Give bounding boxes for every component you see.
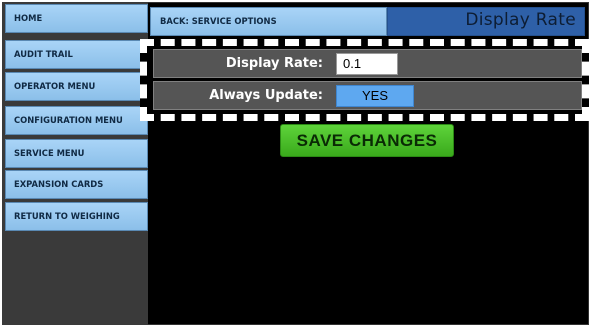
sidebar-item-service-menu[interactable]: SERVICE MENU	[5, 139, 148, 168]
always-update-row: Always Update: YES	[153, 81, 582, 110]
settings-panel: Display Rate: 0.1 Always Update: YES	[140, 39, 589, 121]
always-update-toggle[interactable]: YES	[336, 85, 414, 107]
sidebar-item-expansion-cards[interactable]: EXPANSION CARDS	[5, 170, 148, 199]
display-rate-input[interactable]: 0.1	[336, 53, 398, 75]
title-bar: Display Rate	[387, 7, 585, 36]
sidebar-item-configuration-menu[interactable]: CONFIGURATION MENU	[5, 106, 148, 135]
sidebar-item-audit-trail[interactable]: AUDIT TRAIL	[5, 40, 148, 69]
device-screen: HOME AUDIT TRAIL OPERATOR MENU CONFIGURA…	[0, 0, 592, 327]
save-changes-button[interactable]: SAVE CHANGES	[280, 124, 454, 157]
display-rate-row: Display Rate: 0.1	[153, 49, 582, 78]
sidebar-item-operator-menu[interactable]: OPERATOR MENU	[5, 72, 148, 101]
sidebar: HOME AUDIT TRAIL OPERATOR MENU CONFIGURA…	[2, 2, 148, 325]
back-button[interactable]: BACK: SERVICE OPTIONS	[150, 7, 387, 36]
sidebar-item-return-to-weighing[interactable]: RETURN TO WEIGHING	[5, 202, 148, 231]
always-update-label: Always Update:	[209, 88, 323, 103]
page-title: Display Rate	[465, 10, 576, 30]
sidebar-item-home[interactable]: HOME	[5, 4, 148, 33]
display-rate-label: Display Rate:	[225, 56, 323, 71]
